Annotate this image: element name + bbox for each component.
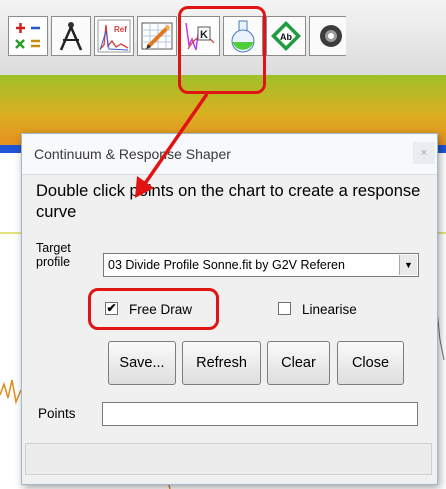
- annotation-arrow: [135, 93, 209, 198]
